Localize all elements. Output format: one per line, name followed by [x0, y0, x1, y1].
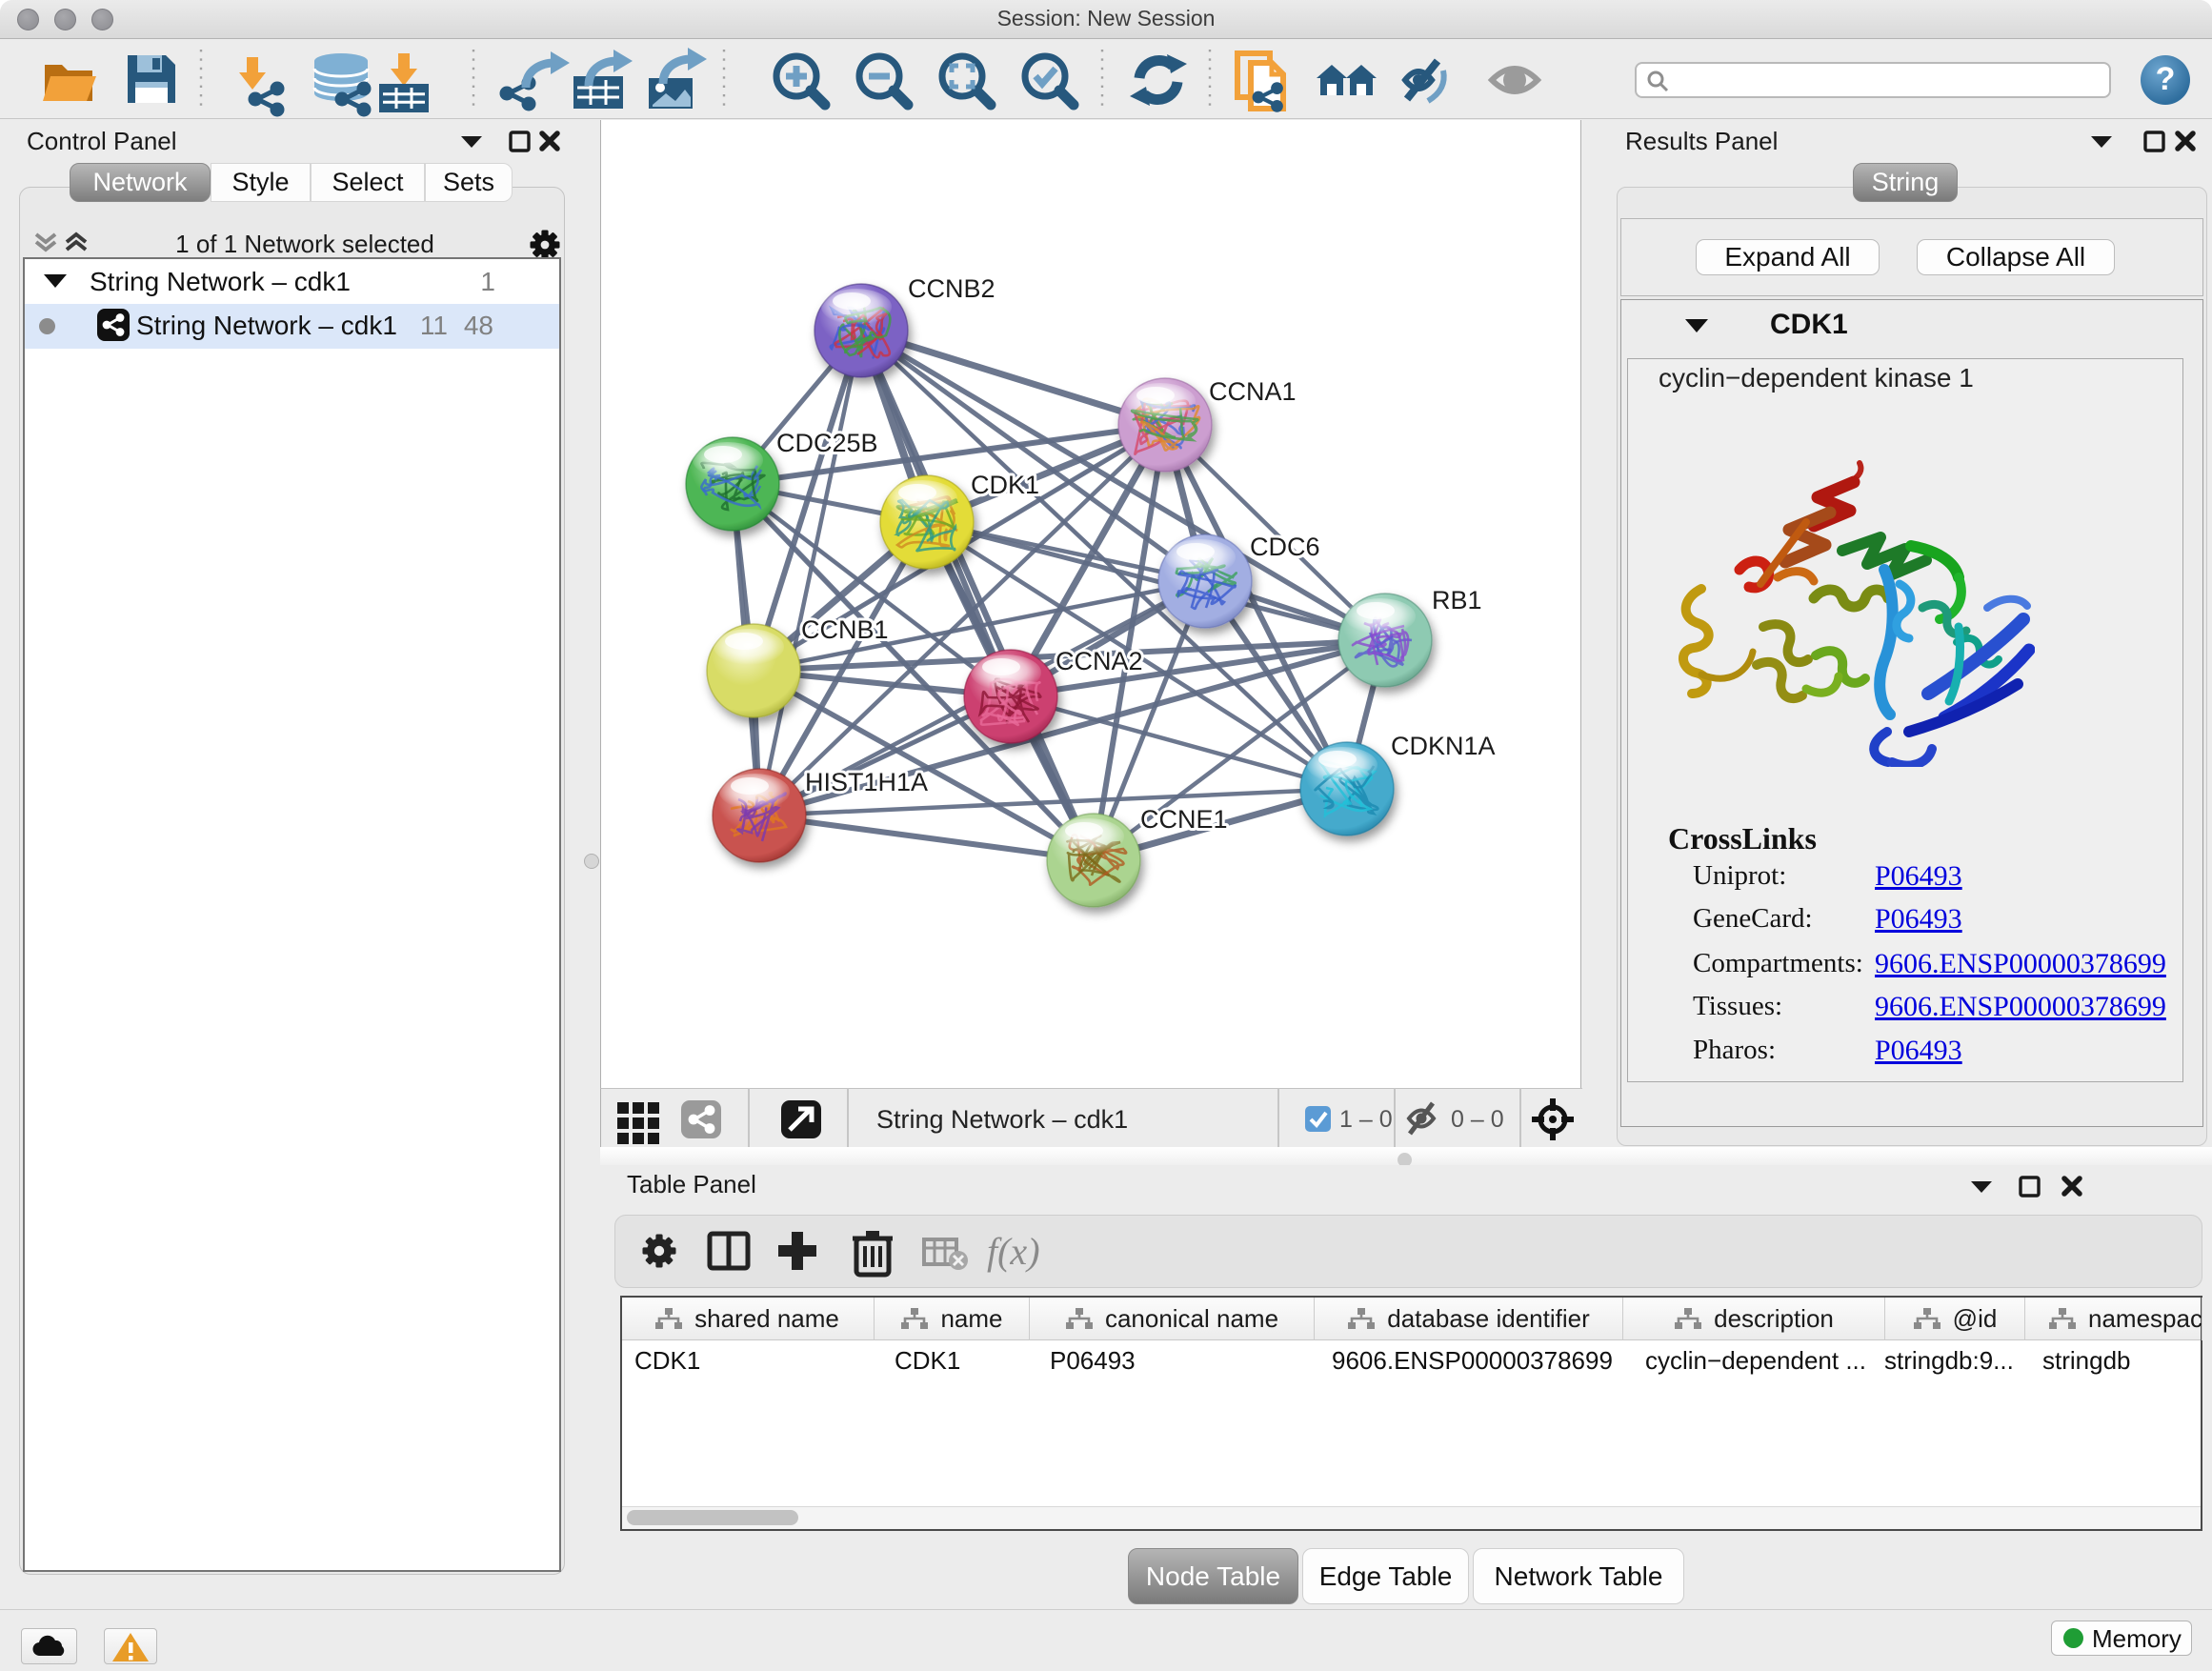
svg-text:HIST1H1A: HIST1H1A	[805, 768, 928, 796]
svg-text:RB1: RB1	[1432, 586, 1482, 614]
svg-text:CDC6: CDC6	[1250, 533, 1320, 561]
svg-text:CCNB1: CCNB1	[801, 615, 889, 644]
svg-text:f(x): f(x)	[987, 1230, 1040, 1273]
svg-text:CCNB2: CCNB2	[908, 274, 995, 303]
svg-text:0 – 0: 0 – 0	[1451, 1106, 1504, 1133]
svg-text:CCNA2: CCNA2	[1056, 647, 1143, 675]
svg-text:CDKN1A: CDKN1A	[1391, 732, 1496, 760]
svg-text:CCNE1: CCNE1	[1140, 805, 1228, 834]
svg-text:String Network – cdk1: String Network – cdk1	[876, 1105, 1128, 1134]
svg-text:CDC25B: CDC25B	[776, 429, 878, 457]
svg-text:1 – 0: 1 – 0	[1339, 1106, 1393, 1133]
svg-text:CDK1: CDK1	[971, 471, 1039, 499]
svg-text:CCNA1: CCNA1	[1209, 377, 1297, 406]
